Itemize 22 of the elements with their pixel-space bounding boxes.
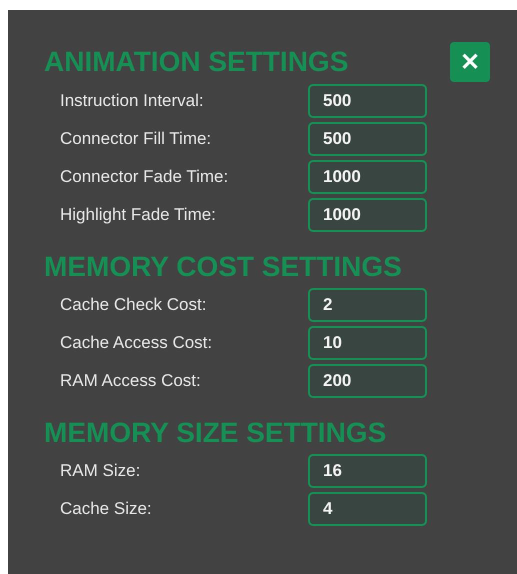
- input-field[interactable]: 1000: [308, 160, 427, 194]
- section-heading: MEMORY COST SETTINGS: [44, 250, 402, 284]
- field-label: RAM Access Cost:: [60, 371, 202, 391]
- field-label: Cache Access Cost:: [60, 333, 214, 353]
- field-label: Instruction Interval:: [60, 91, 205, 111]
- close-button[interactable]: ✕: [450, 42, 490, 82]
- field-label: Cache Check Cost:: [60, 295, 208, 315]
- input-field[interactable]: 1000: [308, 198, 427, 232]
- field-label: Cache Size:: [60, 499, 153, 519]
- section-heading: MEMORY SIZE SETTINGS: [44, 416, 386, 450]
- input-field[interactable]: 4: [308, 492, 427, 526]
- field-label: Connector Fill Time:: [60, 129, 212, 149]
- input-field[interactable]: 200: [308, 364, 427, 398]
- field-label: Connector Fade Time:: [60, 167, 230, 187]
- section-heading: ANIMATION SETTINGS: [44, 45, 348, 79]
- input-field[interactable]: 500: [308, 84, 427, 118]
- input-field[interactable]: 10: [308, 326, 427, 360]
- input-field[interactable]: 2: [308, 288, 427, 322]
- field-label: RAM Size:: [60, 461, 142, 481]
- field-label: Highlight Fade Time:: [60, 205, 217, 225]
- input-field[interactable]: 16: [308, 454, 427, 488]
- input-field[interactable]: 500: [308, 122, 427, 156]
